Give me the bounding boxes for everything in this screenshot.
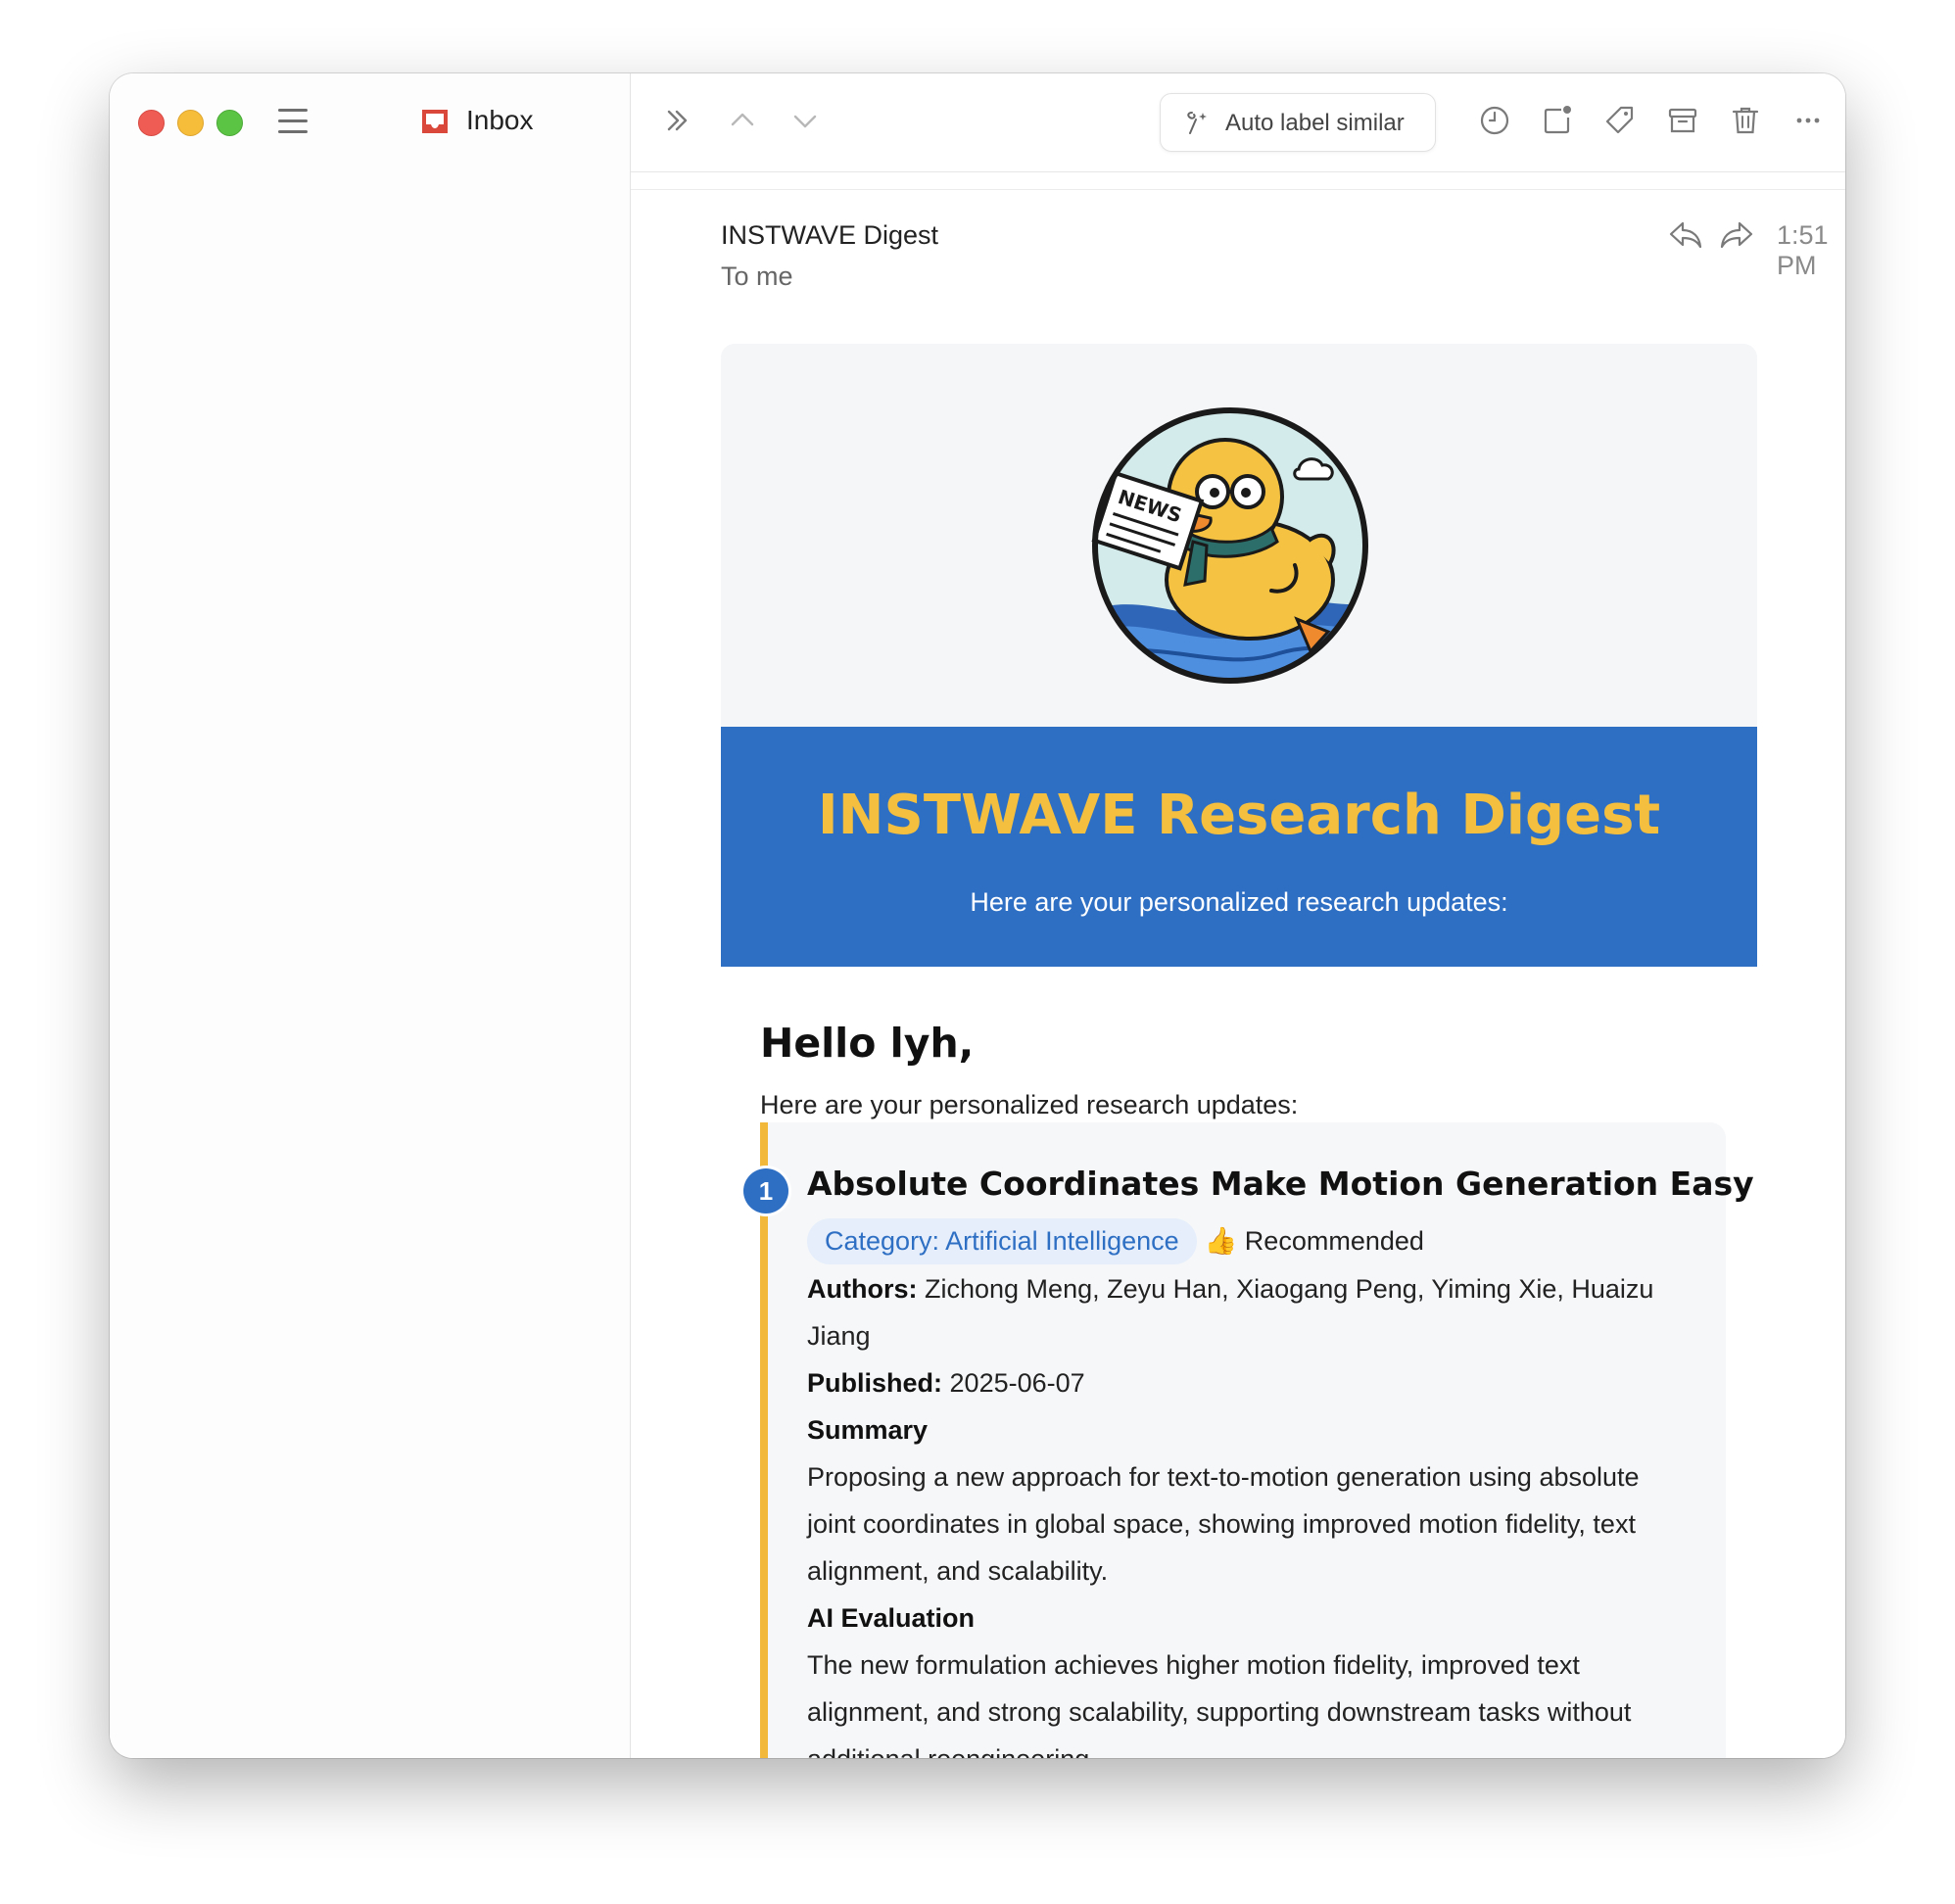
close-window-button[interactable] [138,110,165,136]
paper-title[interactable]: Absolute Coordinates Make Motion Generat… [807,1165,1754,1203]
reply-icon[interactable] [1667,218,1704,252]
banner-title: INSTWAVE Research Digest [817,784,1661,847]
zoom-window-button[interactable] [216,110,243,136]
message-toolbar: Auto label similar [631,73,1845,172]
authors-line: Authors: Zichong Meng, Zeyu Han, Xiaogan… [807,1265,1669,1359]
sidebar: Inbox [110,73,631,1758]
forward-icon[interactable] [1718,218,1755,252]
mark-unread-icon[interactable] [1540,103,1575,138]
label-tag-icon[interactable] [1602,103,1638,138]
auto-label-icon [1187,112,1207,134]
paper-content: Absolute Coordinates Make Motion Generat… [807,1165,1754,1758]
trash-icon[interactable] [1728,103,1763,138]
greeting-heading: Hello lyh, [760,1020,975,1067]
sender-name: INSTWAVE Digest [721,220,939,250]
published-date: 2025-06-07 [949,1368,1085,1398]
digest-banner: INSTWAVE Research Digest Here are your p… [721,727,1757,967]
message-time: 1:51 PM [1777,220,1829,280]
recipient-line: To me [721,262,793,291]
ai-evaluation-heading: AI Evaluation [807,1603,976,1633]
banner-subtitle: Here are your personalized research upda… [970,887,1508,917]
message-panel: Auto label similar INSTWAVE Digest To me… [631,73,1845,1758]
auto-label-similar-label: Auto label similar [1225,110,1405,136]
mail-window: Inbox Auto label similar INSTWAVE Digest… [110,73,1845,1758]
menu-icon[interactable] [278,109,308,134]
previous-message-icon[interactable] [725,103,760,138]
collapse-sidebar-icon[interactable] [660,103,695,138]
logo-area: NEWS [721,344,1757,727]
next-message-icon[interactable] [787,103,823,138]
paper-tags: Category: Artificial Intelligence 👍 Reco… [807,1216,1669,1265]
ai-evaluation-text: The new formulation achieves higher moti… [807,1650,1632,1758]
authors-label: Authors: [807,1274,918,1304]
inbox-icon [422,110,448,133]
email-content: NEWS INSTWAVE Research Digest Here are y… [721,344,1757,1758]
more-options-icon[interactable] [1790,103,1826,138]
published-line: Published: 2025-06-07 [807,1359,1669,1406]
sidebar-title: Inbox [466,105,534,135]
toolbar-divider [631,189,1845,190]
category-badge: Category: Artificial Intelligence [807,1217,1197,1264]
snooze-clock-icon[interactable] [1477,103,1512,138]
minimize-window-button[interactable] [177,110,204,136]
published-label: Published: [807,1368,943,1398]
intro-text: Here are your personalized research upda… [760,1090,1299,1119]
summary-text: Proposing a new approach for text-to-mot… [807,1462,1640,1586]
summary-heading: Summary [807,1415,929,1445]
paper-number-badge: 1 [743,1168,788,1214]
duck-news-logo: NEWS [1091,407,1368,684]
archive-icon[interactable] [1665,103,1700,138]
paper-card: Absolute Coordinates Make Motion Generat… [760,1122,1754,1758]
recommended-badge: 👍 Recommended [1204,1226,1424,1256]
authors-value: Zichong Meng, Zeyu Han, Xiaogang Peng, Y… [807,1274,1654,1351]
auto-label-similar-button[interactable]: Auto label similar [1160,93,1436,152]
